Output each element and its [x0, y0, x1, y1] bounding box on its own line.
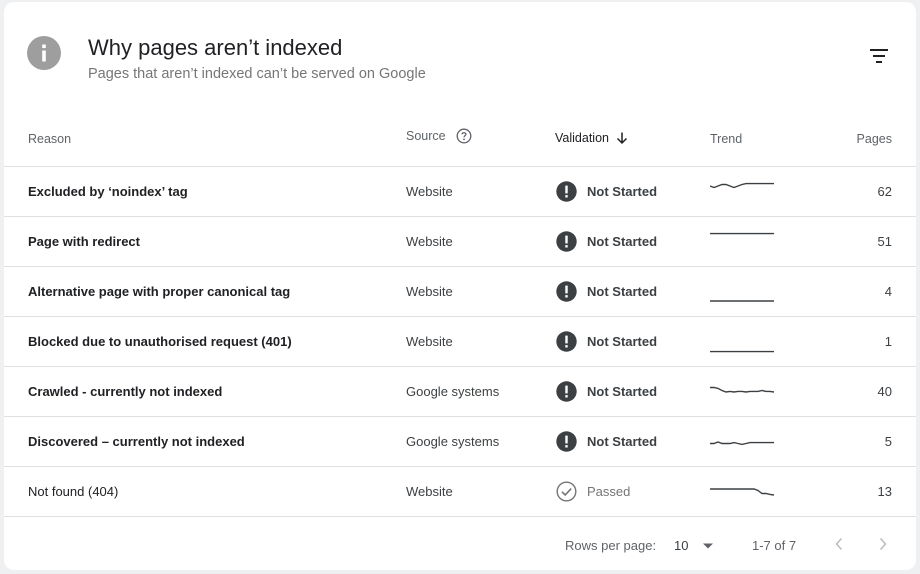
validation-status-label: Not Started — [587, 434, 658, 449]
reason-cell: Page with redirect — [28, 234, 140, 249]
reason-cell: Crawled - currently not indexed — [28, 384, 223, 399]
validation-cell: Not Started — [556, 217, 657, 266]
trend-cell — [710, 367, 774, 416]
reason-cell: Excluded by ‘noindex’ tag — [28, 184, 188, 199]
trend-sparkline — [710, 350, 774, 352]
table-footer: Rows per page: 10 1-7 of 7 — [4, 517, 916, 570]
index-report-card: Why pages aren’t indexed Pages that aren… — [4, 2, 916, 570]
validation-status-label: Not Started — [587, 184, 658, 199]
alert-icon — [556, 231, 577, 252]
trend-cell — [710, 217, 774, 266]
alert-icon — [556, 381, 577, 402]
reason-cell: Discovered – currently not indexed — [28, 434, 245, 449]
trend-cell — [710, 267, 774, 316]
validation-status-label: Not Started — [587, 284, 658, 299]
source-cell: Website — [406, 234, 453, 249]
chevron-right-icon[interactable] — [870, 531, 896, 557]
trend-sparkline — [710, 440, 774, 445]
column-header-validation[interactable]: Validation — [555, 131, 629, 145]
validation-cell: Not Started — [556, 167, 657, 216]
rows-per-page-select[interactable]: 10 — [674, 532, 714, 558]
validation-status-label: Not Started — [587, 234, 658, 249]
alert-icon — [556, 181, 577, 202]
pages-cell: 51 — [877, 234, 892, 249]
alert-icon — [556, 281, 577, 302]
rows-per-page-value: 10 — [674, 537, 689, 553]
table-header: Reason Source Validation Trend Pages — [4, 112, 916, 167]
column-header-pages[interactable]: Pages — [857, 132, 892, 146]
trend-sparkline — [710, 299, 774, 302]
table-row[interactable]: Discovered – currently not indexed Google… — [4, 417, 916, 467]
alert-icon — [556, 331, 577, 352]
page-title: Why pages aren’t indexed — [88, 35, 343, 60]
help-icon[interactable] — [456, 128, 472, 144]
rows-per-page-label: Rows per page: — [565, 538, 657, 553]
pages-cell: 13 — [877, 484, 892, 499]
pages-cell: 1 — [884, 334, 892, 349]
source-cell: Google systems — [406, 384, 500, 399]
trend-cell — [710, 417, 774, 466]
validation-cell: Passed — [556, 467, 630, 516]
column-header-trend: Trend — [710, 132, 743, 146]
column-header-validation-label: Validation — [555, 131, 609, 145]
trend-cell — [710, 317, 774, 366]
table-row[interactable]: Blocked due to unauthorised request (401… — [4, 317, 916, 367]
validation-cell: Not Started — [556, 317, 657, 366]
table-row[interactable]: Alternative page with proper canonical t… — [4, 267, 916, 317]
filter-icon[interactable] — [866, 44, 892, 68]
source-cell: Website — [406, 334, 453, 349]
trend-line — [710, 440, 774, 445]
alert-icon — [556, 431, 577, 452]
dropdown-arrow-icon — [702, 538, 714, 553]
trend-line — [710, 487, 774, 496]
arrow-down-icon[interactable] — [615, 131, 629, 145]
trend-line — [710, 182, 774, 188]
reason-cell: Alternative page with proper canonical t… — [28, 284, 291, 299]
validation-status-label: Passed — [587, 484, 631, 499]
table-row[interactable]: Page with redirect Website Not Started 51 — [4, 217, 916, 267]
page-subtitle: Pages that aren’t indexed can’t be serve… — [88, 66, 426, 82]
column-header-source[interactable]: Source — [406, 128, 472, 144]
pagination-range: 1-7 of 7 — [752, 538, 797, 553]
reason-cell: Not found (404) — [28, 484, 119, 499]
trend-cell — [710, 467, 774, 516]
trend-line — [710, 386, 774, 393]
source-cell: Google systems — [406, 434, 500, 449]
table-row[interactable]: Excluded by ‘noindex’ tag Website Not Star… — [4, 167, 916, 217]
validation-status-label: Not Started — [587, 334, 658, 349]
pages-cell: 62 — [877, 184, 892, 199]
table-row[interactable]: Not found (404) Website Passed 13 — [4, 467, 916, 517]
column-header-source-label: Source — [406, 129, 446, 143]
table-row[interactable]: Crawled - currently not indexed Google sy… — [4, 367, 916, 417]
info-icon — [27, 36, 61, 70]
validation-cell: Not Started — [556, 367, 657, 416]
validation-cell: Not Started — [556, 417, 657, 466]
column-header-reason[interactable]: Reason — [28, 132, 71, 146]
validation-cell: Not Started — [556, 267, 657, 316]
chevron-left-icon[interactable] — [826, 531, 852, 557]
table-body: Excluded by ‘noindex’ tag Website Not Star… — [4, 167, 916, 517]
source-cell: Website — [406, 284, 453, 299]
source-cell: Website — [406, 184, 453, 199]
source-cell: Website — [406, 484, 453, 499]
trend-sparkline — [710, 182, 774, 188]
pages-cell: 5 — [884, 434, 892, 449]
reason-cell: Blocked due to unauthorised request (401… — [28, 334, 292, 349]
trend-sparkline — [710, 487, 774, 496]
check-circle-icon — [556, 481, 577, 502]
pages-cell: 40 — [877, 384, 892, 399]
trend-cell — [710, 167, 774, 216]
card-header: Why pages aren’t indexed Pages that aren… — [4, 2, 916, 112]
trend-sparkline — [710, 232, 774, 234]
validation-status-label: Not Started — [587, 384, 658, 399]
trend-sparkline — [710, 386, 774, 393]
pages-cell: 4 — [884, 284, 892, 299]
